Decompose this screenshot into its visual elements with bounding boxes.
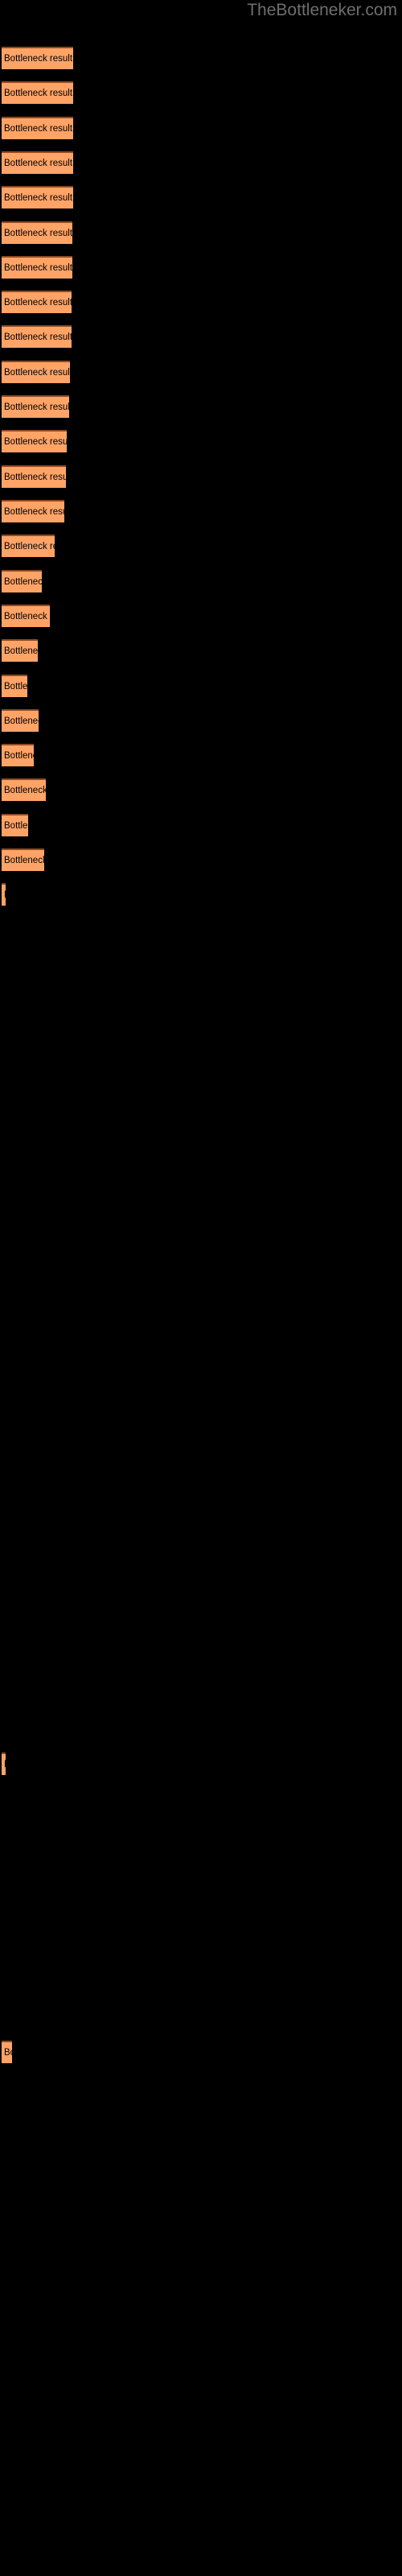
chart-bar: Bottleneck result — [2, 848, 44, 871]
bar-chart-plot-area: Bottleneck result Bottleneck result Bottle… — [0, 0, 402, 2576]
chart-bar: Bottleneck result — [2, 570, 42, 592]
chart-bar-label: Bottleneck result — [4, 507, 64, 518]
chart-bar-label: Bottleneck result — [4, 193, 73, 204]
chart-bar: Bottleneck result — [2, 256, 72, 279]
chart-bar: Bottleneck result — [2, 81, 73, 104]
chart-bar-label: Bottleneck result — [4, 856, 44, 866]
chart-bar: Bottleneck result — [2, 395, 69, 418]
chart-bar: Bottleneck result — [2, 744, 34, 766]
bottleneck-chart-page: TheBottleneker.com Bottleneck result Bott… — [0, 0, 402, 2576]
chart-bar: Bottleneck result — [2, 186, 73, 208]
chart-bar-label: Bottleneck result — [4, 612, 50, 622]
chart-bar-label: Bottleneck result — [4, 682, 27, 692]
chart-bar-label: Bottleneck result — [4, 124, 73, 134]
chart-bar: Bottleneck result — [2, 430, 67, 452]
chart-bar: Bottleneck result — [2, 221, 72, 244]
chart-bar-label: Bottleneck result — [4, 402, 69, 413]
chart-bar-label: Bottleneck result — [4, 368, 70, 378]
chart-bar: Bottleneck result — [2, 883, 6, 906]
chart-bar: Bottleneck result — [2, 814, 28, 836]
chart-bar: Bottleneck result — [2, 605, 50, 627]
chart-bar: Bottleneck result — [2, 500, 64, 522]
chart-bar: Bottleneck result — [2, 325, 72, 348]
chart-bar-label: Bottleneck result — [4, 159, 73, 169]
chart-bar-label: Bottleneck result — [4, 2048, 12, 2058]
chart-bar-label: Bottleneck result — [4, 751, 34, 762]
chart-bar-label: Bottleneck result — [4, 542, 55, 552]
chart-bar-label: Bottleneck result — [4, 890, 6, 901]
chart-bar-label: Bottleneck result — [4, 298, 72, 308]
chart-bar: Bottleneck result — [2, 709, 39, 732]
chart-bar: Bottleneck result — [2, 117, 73, 139]
chart-bar: Bottleneck result — [2, 465, 66, 488]
chart-bar-label: Bottleneck result — [4, 263, 72, 274]
chart-bar-label: Bottleneck result — [4, 89, 73, 99]
chart-bar-label: Bottleneck result — [4, 229, 72, 239]
chart-bar: Bottleneck result — [2, 361, 70, 383]
chart-bar-label: Bottleneck result — [4, 473, 66, 483]
chart-bar-label: Bottleneck result — [4, 786, 46, 796]
chart-bar: Bottleneck result — [2, 675, 27, 697]
chart-bar: Bottleneck result — [2, 535, 55, 557]
chart-bar-label: Bottleneck result — [4, 577, 42, 588]
chart-bar: Bottleneck result — [2, 151, 73, 174]
chart-bar-label: Bottleneck result — [4, 716, 39, 727]
chart-bar: Bottleneck result — [2, 2041, 12, 2063]
chart-bar-label: Bottleneck result — [4, 332, 72, 343]
chart-bar-label: Bottleneck result — [4, 54, 73, 64]
chart-bar: Bottleneck result — [2, 291, 72, 313]
chart-bar: Bottleneck result — [2, 47, 73, 69]
chart-bar-label: Bottleneck result — [4, 1760, 6, 1770]
chart-bar-label: Bottleneck result — [4, 821, 28, 832]
chart-bar-label: Bottleneck result — [4, 437, 67, 448]
chart-bar: Bottleneck result — [2, 639, 38, 662]
chart-bar-label: Bottleneck result — [4, 646, 38, 657]
chart-bar: Bottleneck result — [2, 1752, 6, 1775]
chart-bar: Bottleneck result — [2, 778, 46, 801]
